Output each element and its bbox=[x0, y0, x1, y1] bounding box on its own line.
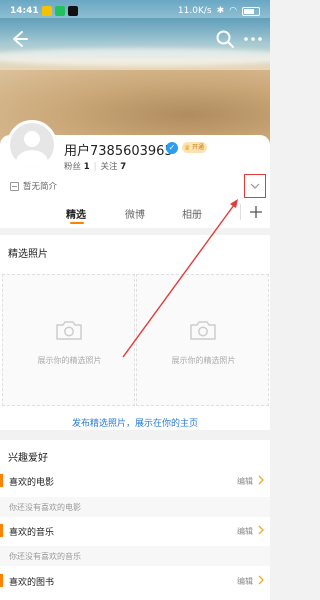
username: 用户7385603965 bbox=[64, 144, 173, 159]
camera-icon bbox=[190, 321, 216, 340]
tab-featured[interactable]: 精选 bbox=[66, 206, 86, 221]
fans-count: 1 bbox=[83, 162, 90, 172]
vip-badge[interactable]: ♛ 开通 bbox=[182, 142, 208, 153]
row-accent-bar bbox=[0, 524, 3, 537]
network-speed: 11.0K/s bbox=[177, 6, 212, 16]
intro-icon bbox=[10, 181, 19, 191]
interest-label: 喜欢的音乐 bbox=[9, 528, 55, 538]
follow-stat[interactable]: 关注 7 bbox=[101, 162, 127, 172]
follow-label: 关注 bbox=[100, 162, 118, 172]
edit-button[interactable]: 编辑 bbox=[237, 576, 253, 587]
follow-count: 7 bbox=[120, 162, 127, 172]
app-notification-icon bbox=[54, 6, 65, 16]
edit-button[interactable]: 编辑 bbox=[237, 526, 253, 537]
featured-photos-title: 精选照片 bbox=[8, 249, 48, 260]
more-options-icon[interactable] bbox=[242, 28, 264, 50]
add-tab-icon[interactable] bbox=[249, 205, 263, 219]
expand-profile-button[interactable] bbox=[244, 174, 266, 198]
publish-featured-photos-link[interactable]: 发布精选照片，展示在你的主页 bbox=[0, 416, 270, 429]
avatar[interactable] bbox=[7, 120, 57, 170]
vip-badge-label: 开通 bbox=[192, 144, 205, 151]
wifi-icon: ◠ bbox=[229, 6, 237, 16]
chevron-down-icon bbox=[250, 183, 260, 189]
fans-stat[interactable]: 粉丝 1 bbox=[64, 162, 90, 172]
interest-label: 喜欢的图书 bbox=[9, 578, 55, 588]
interests-title: 兴趣爱好 bbox=[8, 453, 48, 464]
app-notification-icon bbox=[67, 6, 78, 16]
back-arrow-icon[interactable] bbox=[8, 28, 30, 50]
top-navigation bbox=[0, 26, 270, 52]
interest-row-books[interactable]: 喜欢的图书 编辑 bbox=[0, 570, 270, 592]
intro-text: 暂无简介 bbox=[23, 182, 58, 192]
row-accent-bar bbox=[0, 474, 3, 487]
profile-intro[interactable]: 暂无简介 bbox=[10, 180, 57, 192]
tab-weibo[interactable]: 微博 bbox=[125, 206, 145, 221]
status-time: 14:41 bbox=[10, 6, 39, 16]
fans-label: 粉丝 bbox=[64, 162, 82, 172]
interest-empty-text: 你还没有喜欢的音乐 bbox=[9, 552, 81, 561]
battery-icon bbox=[242, 6, 260, 16]
camera-icon bbox=[56, 321, 82, 340]
verified-icon[interactable]: ✓ bbox=[166, 142, 178, 154]
chevron-right-icon bbox=[258, 575, 264, 585]
interest-row-music[interactable]: 喜欢的音乐 编辑 bbox=[0, 520, 270, 542]
app-notification-icon bbox=[41, 6, 52, 16]
photo-slot-1[interactable]: 展示你的精选照片 bbox=[2, 274, 135, 406]
bluetooth-icon: ✱ bbox=[216, 6, 225, 16]
photo-slot-2[interactable]: 展示你的精选照片 bbox=[136, 274, 269, 406]
tab-album[interactable]: 相册 bbox=[182, 206, 202, 221]
interest-empty-movies: 你还没有喜欢的电影 bbox=[0, 497, 270, 517]
crown-icon: ♛ bbox=[184, 144, 191, 152]
row-accent-bar bbox=[0, 574, 3, 587]
interest-empty-music: 你还没有喜欢的音乐 bbox=[0, 546, 270, 566]
tab-divider bbox=[240, 204, 241, 220]
tab-active-indicator bbox=[70, 222, 84, 224]
interest-label: 喜欢的电影 bbox=[9, 478, 55, 488]
interest-empty-text: 你还没有喜欢的电影 bbox=[9, 503, 81, 512]
chevron-right-icon bbox=[258, 475, 264, 485]
edit-button[interactable]: 编辑 bbox=[237, 476, 253, 487]
chevron-right-icon bbox=[258, 525, 264, 535]
status-bar: 14:41 11.0K/s ✱ ◠ bbox=[0, 0, 270, 22]
photo-slot-hint: 展示你的精选照片 bbox=[37, 356, 102, 365]
interest-row-movies[interactable]: 喜欢的电影 编辑 bbox=[0, 470, 270, 492]
photo-slot-hint: 展示你的精选照片 bbox=[171, 356, 236, 365]
follow-stats: 粉丝 1 | 关注 7 bbox=[64, 162, 127, 172]
search-icon[interactable] bbox=[214, 28, 236, 50]
